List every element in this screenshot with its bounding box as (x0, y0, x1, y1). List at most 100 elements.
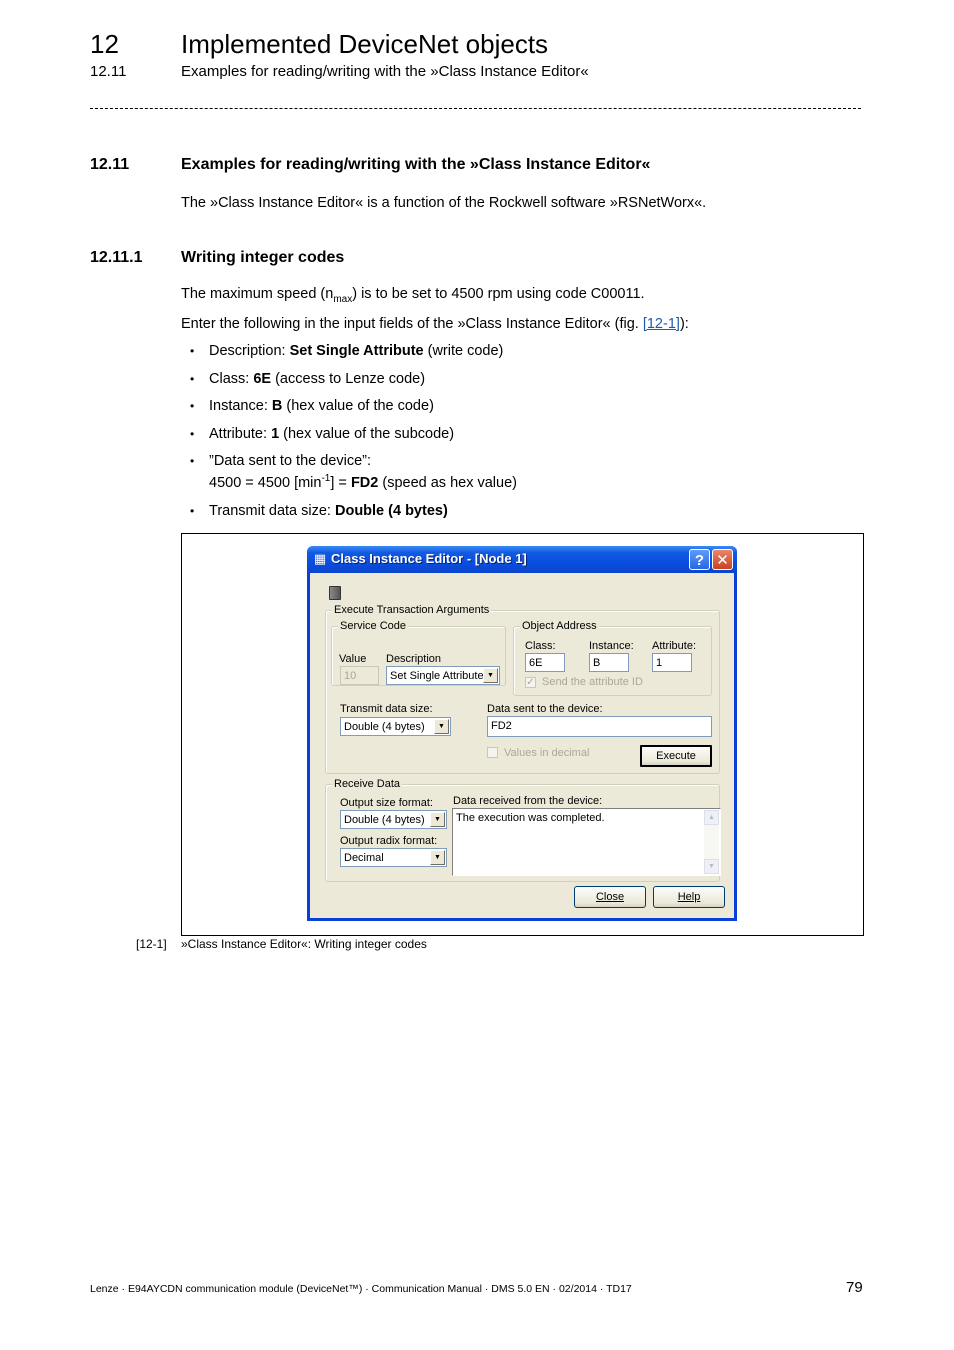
dialog-titlebar[interactable]: ▦ Class Instance Editor - [Node 1] ? ✕ (307, 546, 737, 573)
description-value: Set Single Attribute (390, 670, 484, 682)
dialog-title: Class Instance Editor - [Node 1] (331, 551, 527, 566)
output-radix-select[interactable]: Decimal ▼ (340, 848, 447, 867)
header-divider (90, 108, 861, 109)
item-value: 6E (253, 370, 272, 387)
page-number: 79 (846, 1279, 863, 1296)
figure-link[interactable]: [12-1] (643, 316, 680, 332)
header-section-title: Examples for reading/writing with the »C… (181, 63, 589, 80)
output-size-label: Output size format: (340, 797, 433, 809)
paragraph-max-speed: The maximum speed (nmax) is to be set to… (181, 284, 645, 304)
help-title-button[interactable]: ? (689, 549, 710, 570)
item-value: Set Single Attribute (289, 343, 424, 359)
item-formula: 4500 = 4500 [min (209, 475, 322, 491)
item-label: Attribute: (209, 425, 272, 442)
description-select[interactable]: Set Single Attribute ▼ (386, 666, 500, 685)
para1-subscript: max (333, 293, 353, 305)
class-input[interactable]: 6E (525, 653, 565, 672)
list-item: Transmit data size: Double (4 bytes) (190, 500, 517, 522)
description-label: Description (386, 653, 442, 665)
list-item: ”Data sent to the device”: 4500 = 4500 [m… (190, 450, 517, 494)
section-number: 12.11 (90, 156, 130, 173)
output-radix-value: Decimal (344, 852, 384, 864)
item-value: Double (4 bytes) (334, 502, 448, 519)
output-size-value: Double (4 bytes) (344, 814, 425, 826)
class-instance-editor-dialog: ▦ Class Instance Editor - [Node 1] ? ✕ E… (307, 546, 737, 921)
object-address-legend: Object Address (520, 619, 599, 633)
item-label: ”Data sent to the device”: (209, 453, 371, 469)
item-note: (hex value of the code) (282, 398, 434, 414)
data-received-label: Data received from the device: (453, 795, 603, 807)
list-item: Instance: B (hex value of the code) (190, 395, 517, 417)
header-section-number: 12.11 (90, 63, 127, 80)
item-value: 1 (271, 425, 280, 442)
send-attribute-id-checkbox[interactable]: ✓ (525, 677, 536, 688)
attribute-label: Attribute: (652, 640, 697, 652)
subsection-number: 12.11.1 (90, 249, 143, 266)
values-in-decimal-checkbox[interactable] (487, 747, 498, 758)
list-item: Description: Set Single Attribute (write… (190, 340, 517, 362)
section-title: Examples for reading/writing with the »C… (181, 156, 651, 173)
object-address-group: Object Address Class: 6E Instance: B Att… (513, 619, 712, 696)
item-value: B (271, 398, 283, 414)
figure-caption: »Class Instance Editor«: Writing integer… (181, 937, 427, 951)
transmit-size-select[interactable]: Double (4 bytes) ▼ (340, 717, 451, 736)
chevron-down-icon[interactable]: ▼ (430, 850, 445, 865)
settings-list: Description: Set Single Attribute (write… (190, 340, 517, 527)
execute-transaction-group: Execute Transaction Arguments Service Co… (325, 603, 720, 774)
dialog-client-area: Execute Transaction Arguments Service Co… (310, 573, 734, 918)
chevron-down-icon[interactable]: ▼ (483, 668, 498, 683)
item-note: (access to Lenze code) (271, 370, 426, 387)
para1-text: The maximum speed (n (181, 286, 334, 302)
device-icon (329, 586, 341, 600)
data-received-text: The execution was completed. (456, 812, 605, 824)
para2-text-end: ): (679, 316, 689, 332)
receive-data-group: Receive Data Output size format: Double … (325, 777, 721, 882)
item-label: Class: (209, 370, 254, 387)
value-label: Value (339, 653, 367, 665)
scroll-down-icon[interactable]: ▼ (704, 859, 719, 874)
help-button-label: Help (677, 891, 701, 903)
subsection-title: Writing integer codes (181, 249, 345, 266)
execute-button[interactable]: Execute (640, 745, 712, 767)
help-button[interactable]: Help (653, 886, 725, 908)
chapter-number: 12 (90, 29, 119, 59)
output-radix-label: Output radix format: (340, 835, 438, 847)
item-note: (speed as hex value) (378, 475, 517, 491)
service-code-group: Service Code Value 10 Description Set Si… (331, 619, 506, 686)
page-footer: Lenze · E94AYCDN communication module (D… (90, 1283, 632, 1295)
chapter-title: Implemented DeviceNet objects (181, 29, 549, 59)
values-in-decimal-label: Values in decimal (504, 747, 590, 759)
data-sent-input[interactable]: FD2 (487, 716, 712, 737)
output-size-select[interactable]: Double (4 bytes) ▼ (340, 810, 447, 829)
instance-label: Instance: (589, 640, 634, 652)
list-item: Attribute: 1 (hex value of the subcode) (190, 423, 517, 445)
close-title-button[interactable]: ✕ (712, 549, 733, 570)
service-code-legend: Service Code (338, 619, 409, 633)
send-attribute-id-label: Send the attribute ID (542, 676, 643, 688)
section-intro: The »Class Instance Editor« is a functio… (181, 195, 707, 211)
attribute-input[interactable]: 1 (652, 653, 692, 672)
data-received-output[interactable]: The execution was completed. ▲ ▼ (452, 808, 721, 876)
item-label: Transmit data size: (209, 502, 335, 519)
chevron-down-icon[interactable]: ▼ (430, 812, 445, 827)
close-button[interactable]: Close (574, 886, 646, 908)
item-value: FD2 (350, 475, 379, 491)
vertical-scrollbar[interactable]: ▲ ▼ (704, 810, 719, 874)
scroll-up-icon[interactable]: ▲ (704, 810, 719, 825)
item-label: Instance: (209, 398, 272, 414)
receive-data-legend: Receive Data (332, 777, 403, 791)
item-label: Description: (209, 343, 290, 359)
chevron-down-icon[interactable]: ▼ (434, 719, 449, 734)
paragraph-enter-fields: Enter the following in the input fields … (181, 314, 689, 334)
transmit-size-value: Double (4 bytes) (344, 721, 425, 733)
para1-text-end: ) is to be set to 4500 rpm using code C0… (352, 286, 645, 302)
figure-number: [12-1] (136, 937, 167, 951)
item-note: (hex value of the subcode) (279, 425, 455, 442)
close-button-label: Close (595, 891, 625, 903)
network-app-icon: ▦ (313, 551, 327, 566)
execute-transaction-legend: Execute Transaction Arguments (332, 603, 492, 617)
data-sent-label: Data sent to the device: (487, 703, 603, 715)
list-item: Class: 6E (access to Lenze code) (190, 368, 517, 390)
item-note: (write code) (423, 343, 504, 359)
instance-input[interactable]: B (589, 653, 629, 672)
